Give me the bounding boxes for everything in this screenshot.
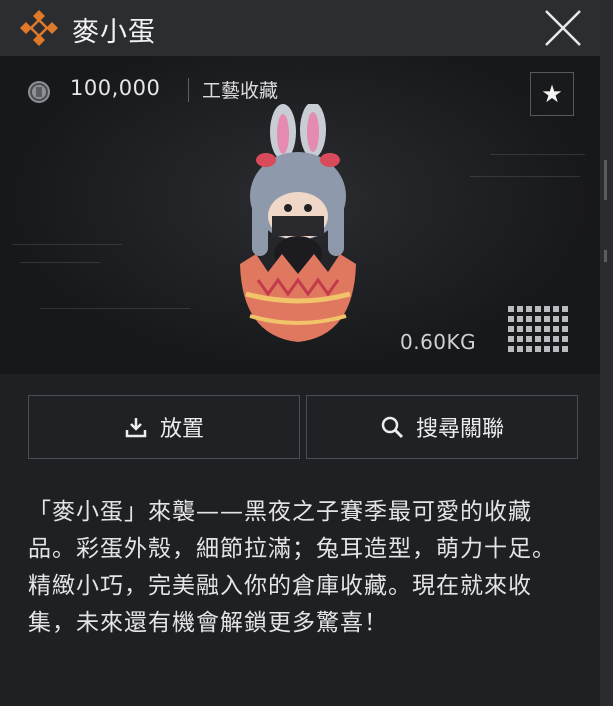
item-title: 麥小蛋 (72, 17, 156, 48)
item-detail-panel: 麥小蛋 100,000 工藝收藏 ★ 0.60KG 放置 搜尋關聯 「麥小蛋」來… (0, 0, 613, 706)
grid-size-icon (508, 306, 568, 352)
item-weight: 0.60KG (400, 330, 477, 354)
item-category: 工藝收藏 (202, 80, 279, 102)
search-related-button-label: 搜尋關聯 (415, 417, 504, 442)
panel-header: 麥小蛋 (0, 0, 600, 56)
item-preview-area: 100,000 工藝收藏 ★ 0.60KG (0, 56, 600, 374)
scrollbar-track[interactable] (600, 0, 613, 706)
divider (188, 78, 189, 102)
background-texture (470, 176, 580, 177)
item-price: 100,000 (70, 76, 161, 100)
place-button-label: 放置 (159, 417, 204, 442)
favorite-button[interactable]: ★ (530, 72, 574, 116)
search-icon (381, 416, 404, 439)
close-icon[interactable] (543, 8, 583, 48)
download-icon (125, 418, 147, 438)
place-button[interactable]: 放置 (28, 395, 300, 459)
background-texture (40, 308, 190, 309)
scrollbar-mark (604, 250, 607, 262)
background-texture (20, 262, 100, 263)
background-texture (12, 244, 122, 245)
background-texture (490, 154, 585, 155)
item-figure-image (240, 104, 356, 342)
scrollbar-mark (604, 160, 607, 200)
star-icon: ★ (541, 80, 563, 108)
search-related-button[interactable]: 搜尋關聯 (306, 395, 578, 459)
orange-diamond-logo-icon (20, 10, 58, 46)
item-description: 「麥小蛋」來襲——黑夜之子賽季最可愛的收藏品。彩蛋外殼，細節拉滿；兔耳造型，萌力… (28, 499, 556, 636)
coin-icon (28, 81, 50, 103)
